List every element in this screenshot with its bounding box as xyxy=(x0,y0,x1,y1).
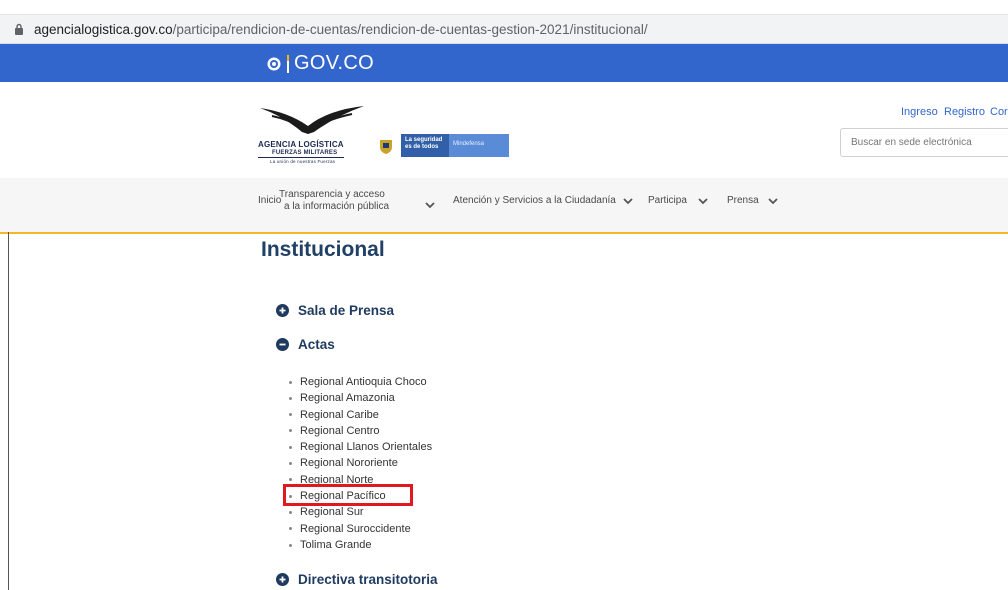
section-label: Directiva transitotoria xyxy=(298,572,438,587)
url-path: /participa/rendicion-de-cuentas/rendicio… xyxy=(172,21,648,37)
plus-circle-icon xyxy=(276,573,289,586)
mindefensa-label: Mindefensa xyxy=(449,134,509,157)
accordion-directiva-transitotoria[interactable]: Directiva transitotoria xyxy=(276,572,438,587)
search-placeholder: Buscar en sede electrónica xyxy=(851,137,972,148)
list-item-label: Regional Amazonia xyxy=(300,392,395,405)
chevron-down-icon[interactable] xyxy=(623,198,633,205)
search-input[interactable]: Buscar en sede electrónica xyxy=(840,128,1008,157)
list-item-label: Regional Centro xyxy=(300,424,380,437)
url-text[interactable]: agencialogistica.gov.co/participa/rendic… xyxy=(34,22,648,37)
bullet-icon xyxy=(289,510,292,514)
bullet-icon xyxy=(289,478,292,482)
list-item-label: Regional Suroccidente xyxy=(300,522,411,535)
list-item-label: Regional Llanos Orientales xyxy=(300,441,433,454)
list-item[interactable]: Regional Sur xyxy=(289,504,432,520)
main-nav: Inicio Transparencia y acceso a la infor… xyxy=(0,178,1008,234)
nav-item-prensa[interactable]: Prensa xyxy=(727,195,759,207)
bullet-icon xyxy=(289,462,292,466)
chevron-down-icon[interactable] xyxy=(698,198,708,205)
list-item[interactable]: Regional Amazonia xyxy=(289,390,432,406)
nav-item-atencion[interactable]: Atención y Servicios a la Ciudadanía xyxy=(453,195,616,207)
govco-text: GOV.CO xyxy=(294,52,374,74)
bullet-icon xyxy=(289,527,292,531)
url-domain: agencialogistica.gov.co xyxy=(34,21,173,37)
logo-text: AGENCIA LOGÍSTICA FUERZAS MILITARES La u… xyxy=(258,141,344,166)
accordion-actas[interactable]: Actas xyxy=(276,337,335,352)
list-item[interactable]: Regional Nororiente xyxy=(289,455,432,471)
bullet-icon xyxy=(289,413,292,417)
list-item[interactable]: Regional Antioquia Choco xyxy=(289,374,432,390)
coat-of-arms-icon xyxy=(377,134,395,157)
highlight-box xyxy=(283,484,413,506)
seguridad-label: La seguridad es de todos xyxy=(401,134,449,157)
registro-link[interactable]: Registro xyxy=(944,106,985,118)
list-item[interactable]: Regional Suroccidente xyxy=(289,521,432,537)
chevron-down-icon[interactable] xyxy=(768,198,778,205)
bullet-icon xyxy=(289,380,292,384)
bullet-icon xyxy=(289,396,292,400)
nav-transparencia-line2: a la información pública xyxy=(284,201,390,212)
list-item[interactable]: Regional Centro xyxy=(289,423,432,439)
list-item-label: Regional Antioquia Choco xyxy=(300,376,427,388)
page-title: Institucional xyxy=(261,238,385,261)
colombia-shield-icon xyxy=(267,57,281,70)
section-label: Sala de Prensa xyxy=(298,303,395,318)
list-item-label: Tolima Grande xyxy=(300,538,372,551)
logo-tagline: La unión de nuestras Fuerzas xyxy=(258,157,344,166)
govco-separator xyxy=(287,54,289,73)
govco-logo[interactable]: GOV.CO xyxy=(267,52,374,75)
lock-icon[interactable] xyxy=(12,22,26,36)
list-item-label: Regional Nororiente xyxy=(300,457,398,470)
address-bar[interactable]: agencialogistica.gov.co/participa/rendic… xyxy=(0,15,1008,44)
list-item[interactable]: Regional Llanos Orientales xyxy=(289,439,432,455)
accordion-sala-de-prensa[interactable]: Sala de Prensa xyxy=(276,303,394,318)
contacto-link[interactable]: Cor xyxy=(990,106,1008,118)
nav-transparencia-line1: Transparencia y acceso xyxy=(279,189,385,200)
bullet-icon xyxy=(289,429,292,433)
actas-list: Regional Antioquia Choco Regional Amazon… xyxy=(289,374,432,553)
chevron-down-icon[interactable] xyxy=(425,202,435,209)
list-item[interactable]: Tolima Grande xyxy=(289,537,432,553)
bullet-icon xyxy=(289,543,292,547)
wings-icon xyxy=(260,106,364,134)
nav-item-transparencia[interactable]: Transparencia y acceso a la información … xyxy=(279,189,389,213)
plus-circle-icon xyxy=(276,304,289,317)
minus-circle-icon xyxy=(276,338,289,351)
ingreso-link[interactable]: Ingreso xyxy=(901,106,938,118)
nav-item-participa[interactable]: Participa xyxy=(648,195,687,207)
section-label: Actas xyxy=(298,337,335,352)
nav-item-inicio[interactable]: Inicio xyxy=(258,195,281,207)
browser-top-strip xyxy=(0,0,1008,15)
page-border-line xyxy=(8,232,9,590)
list-item[interactable]: Regional Caribe xyxy=(289,407,432,423)
logo-sub: FUERZAS MILITARES xyxy=(272,150,338,156)
logo-name: AGENCIA LOGÍSTICA xyxy=(258,140,344,149)
mindefensa-banner[interactable]: La seguridad es de todos Mindefensa xyxy=(377,134,509,157)
govco-bar: GOV.CO xyxy=(0,44,1008,82)
list-item-label: Regional Sur xyxy=(300,506,364,519)
list-item-label: Regional Caribe xyxy=(300,408,379,421)
bullet-icon xyxy=(289,445,292,449)
